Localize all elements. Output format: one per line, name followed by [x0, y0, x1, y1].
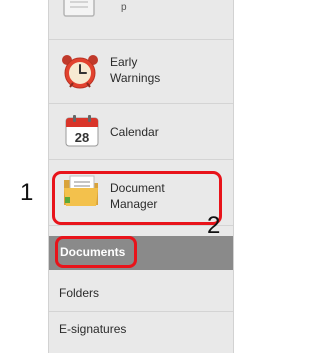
sidebar-subitem-folders[interactable]: Folders — [49, 276, 233, 312]
sidebar-subitem-label: E-signatures — [59, 322, 127, 336]
sidebar-item-top-partial[interactable]: p — [49, 0, 233, 40]
sidebar-item-calendar[interactable]: 28 Calendar — [49, 104, 233, 160]
calendar-icon-date: 28 — [75, 130, 89, 145]
sidebar-item-label: Early Warnings — [110, 55, 161, 85]
sidebar-item-label: Calendar — [110, 125, 159, 139]
step-marker-1: 1 — [20, 179, 34, 206]
highlight-box-documents — [55, 236, 137, 268]
step-marker-2: 2 — [207, 212, 221, 239]
sidebar-subitem-label: Folders — [59, 286, 100, 300]
sidebar-nav: p Early Warnings 28 Calendar Document Ma… — [48, 0, 234, 353]
calendar-icon: 28 — [65, 115, 99, 147]
alarm-clock-icon — [61, 52, 99, 90]
clipboard-icon — [62, 0, 96, 18]
highlight-box-document-manager — [52, 171, 222, 225]
sidebar-item-early-warnings[interactable]: Early Warnings — [49, 40, 233, 104]
sidebar-subitem-e-signatures[interactable]: E-signatures — [49, 312, 233, 348]
